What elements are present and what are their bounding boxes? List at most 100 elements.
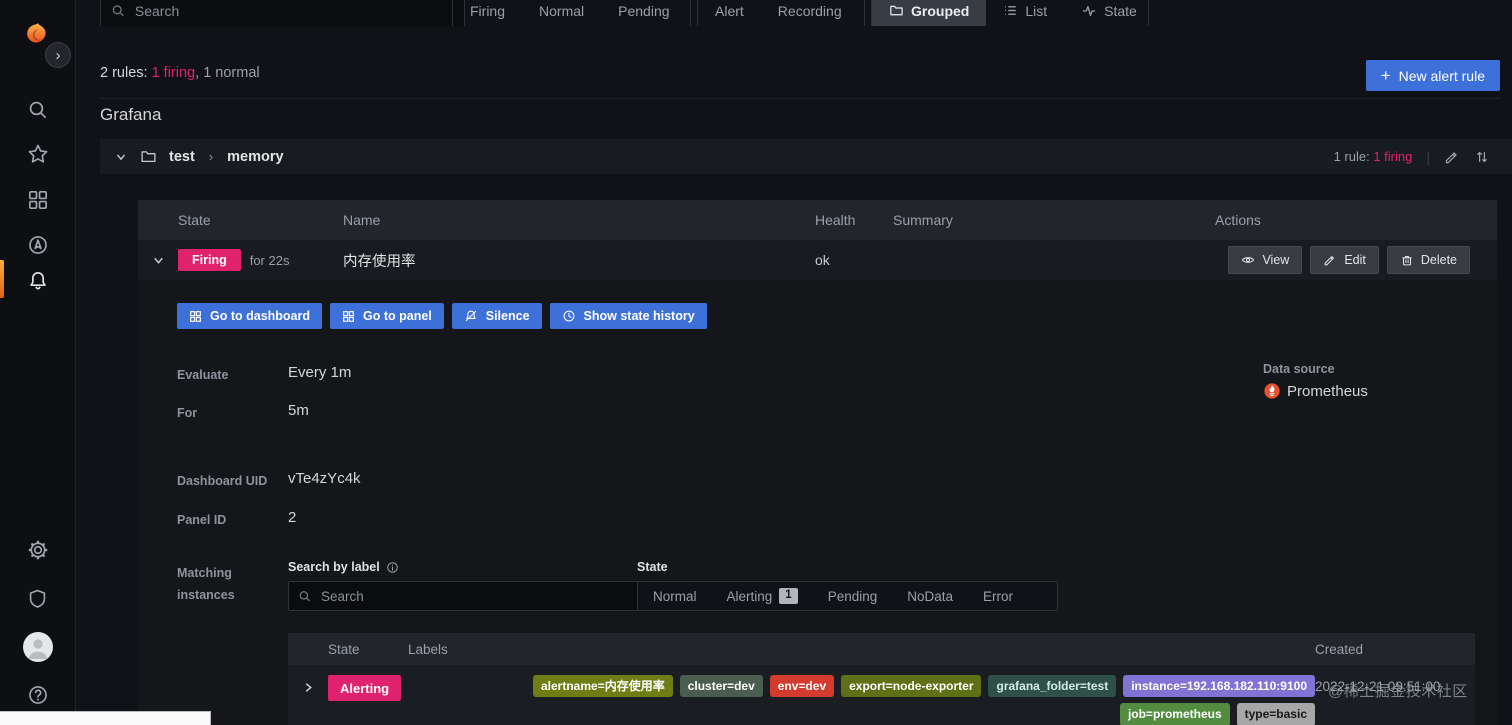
expand-instance-button[interactable]: [288, 665, 328, 695]
rule-actions: View Edit Delete: [1215, 246, 1497, 274]
label-chip[interactable]: job=prometheus: [1119, 703, 1230, 725]
instance-labels: alertname=内存使用率 cluster=dev env=dev expo…: [408, 665, 1315, 725]
rule-detail-actions: Go to dashboard Go to panel Silence Show…: [177, 303, 707, 329]
instance-row: Alerting alertname=内存使用率 cluster=dev env…: [288, 665, 1475, 725]
label-chip[interactable]: type=basic: [1236, 703, 1315, 725]
view-mode-list-label: List: [1025, 2, 1048, 19]
breadcrumb-separator: ›: [208, 149, 214, 164]
filter-recording[interactable]: Recording: [761, 0, 859, 26]
history-icon: [563, 310, 574, 322]
collapse-rule-button[interactable]: [138, 253, 178, 268]
new-alert-rule-button[interactable]: + New alert rule: [1365, 60, 1500, 91]
instance-filter-error[interactable]: Error: [968, 582, 1028, 610]
sidebar-item-explore[interactable]: [0, 228, 75, 262]
new-alert-rule-label: New alert rule: [1398, 67, 1485, 84]
filter-firing[interactable]: Firing: [453, 0, 522, 26]
label-chip[interactable]: env=dev: [769, 675, 835, 698]
group-name: memory: [227, 148, 284, 165]
label-chip[interactable]: export=node-exporter: [841, 675, 982, 698]
go-to-panel-button[interactable]: Go to panel: [330, 303, 444, 329]
rule-group-breadcrumb: test › memory: [100, 148, 284, 165]
show-state-history-label: Show state history: [583, 309, 695, 323]
rule-for-duration: for 22s: [249, 252, 290, 268]
grafana-alert-rules-page: › Firing Normal Pending Alert Recording …: [0, 0, 1512, 725]
label-chip[interactable]: instance=192.168.182.110:9100: [1123, 675, 1315, 698]
view-button-label: View: [1262, 253, 1290, 267]
group-rule-count: 1 rule: 1 firing: [1334, 149, 1413, 164]
column-header-name: Name: [343, 212, 381, 228]
view-mode-state[interactable]: State: [1064, 0, 1154, 26]
label-chip[interactable]: cluster=dev: [679, 675, 763, 698]
instance-filter-nodata[interactable]: NoData: [892, 582, 968, 610]
data-source-name: Prometheus: [1287, 382, 1368, 400]
alerting-count-badge: 1: [779, 588, 798, 604]
pencil-icon: [1445, 151, 1457, 163]
delete-button[interactable]: Delete: [1386, 246, 1470, 274]
evaluate-value: Every 1m: [288, 364, 352, 381]
view-mode-group: Grouped List State: [871, 0, 1149, 26]
sidebar-item-profile[interactable]: [0, 628, 75, 666]
label-search-box[interactable]: [288, 581, 648, 611]
show-state-history-button[interactable]: Show state history: [549, 303, 707, 329]
person-icon: [28, 639, 47, 659]
label-chip[interactable]: alertname=内存使用率: [532, 675, 673, 698]
rule-group-row[interactable]: test › memory 1 rule: 1 firing |: [100, 139, 1512, 174]
sidebar-item-dashboards[interactable]: [0, 183, 75, 217]
sidebar-item-starred[interactable]: [0, 137, 75, 171]
silence-button[interactable]: Silence: [451, 303, 542, 329]
sidebar-item-server-admin[interactable]: [0, 581, 75, 615]
search-by-label-label: Search by label: [288, 560, 399, 574]
sidebar-item-configuration[interactable]: [0, 533, 75, 567]
data-source-label: Data source: [1263, 362, 1335, 376]
pulse-icon: [1083, 5, 1096, 16]
dashboard-uid-label: Dashboard UID: [177, 474, 268, 488]
view-mode-list[interactable]: List: [986, 0, 1064, 26]
edit-button[interactable]: Edit: [1310, 246, 1379, 274]
state-filter-group: Firing Normal Pending: [452, 0, 691, 26]
go-to-dashboard-button[interactable]: Go to dashboard: [177, 303, 322, 329]
view-mode-grouped[interactable]: Grouped: [872, 0, 987, 26]
filter-alert[interactable]: Alert: [698, 0, 761, 26]
filter-normal[interactable]: Normal: [522, 0, 601, 26]
apps-icon: [190, 310, 201, 322]
help-icon: [28, 686, 47, 704]
label-search-input[interactable]: [318, 587, 638, 605]
column-header-actions: Actions: [1215, 212, 1261, 228]
column-header-labels: Labels: [408, 641, 448, 657]
instance-filter-alerting[interactable]: Alerting 1: [712, 582, 813, 610]
view-button[interactable]: View: [1228, 246, 1303, 274]
filter-pending[interactable]: Pending: [601, 0, 686, 26]
avatar: [22, 632, 53, 662]
alerts-filter-toolbar: Firing Normal Pending Alert Recording Gr…: [75, 0, 1512, 26]
rules-summary-prefix: 2 rules:: [100, 65, 152, 81]
data-source-value: Prometheus: [1263, 382, 1368, 400]
panel-id-value: 2: [288, 509, 297, 526]
rule-name[interactable]: 内存使用率: [343, 250, 815, 271]
sidebar-expand-button[interactable]: ›: [45, 42, 71, 68]
list-icon: [1005, 6, 1017, 15]
search-by-label-text: Search by label: [288, 560, 380, 574]
folder-name: test: [169, 148, 195, 165]
bell-slash-icon: [465, 310, 476, 322]
column-header-state: State: [178, 212, 211, 228]
shield-icon: [29, 589, 46, 608]
label-chip[interactable]: grafana_folder=test: [988, 675, 1117, 698]
instance-filter-pending[interactable]: Pending: [813, 582, 893, 610]
rules-search-box[interactable]: [100, 0, 465, 26]
apps-icon: [343, 310, 354, 322]
chevron-right-icon: ›: [55, 46, 61, 64]
browser-status-tooltip: [0, 711, 211, 725]
info-icon: [386, 561, 398, 573]
sidebar: [0, 0, 76, 725]
gear-icon: [28, 540, 47, 560]
sidebar-item-alerting[interactable]: [0, 260, 75, 300]
trash-icon: [1402, 255, 1412, 266]
rules-summary: 2 rules: 1 firing, 1 normal: [100, 65, 260, 81]
edit-group-button[interactable]: [1444, 149, 1460, 165]
instance-filter-normal[interactable]: Normal: [638, 582, 712, 610]
rule-type-filter-group: Alert Recording: [697, 0, 865, 26]
reorder-group-button[interactable]: [1474, 149, 1490, 165]
sidebar-item-help[interactable]: [0, 678, 75, 712]
rules-search-input[interactable]: [132, 1, 454, 20]
sidebar-item-search[interactable]: [0, 92, 75, 126]
